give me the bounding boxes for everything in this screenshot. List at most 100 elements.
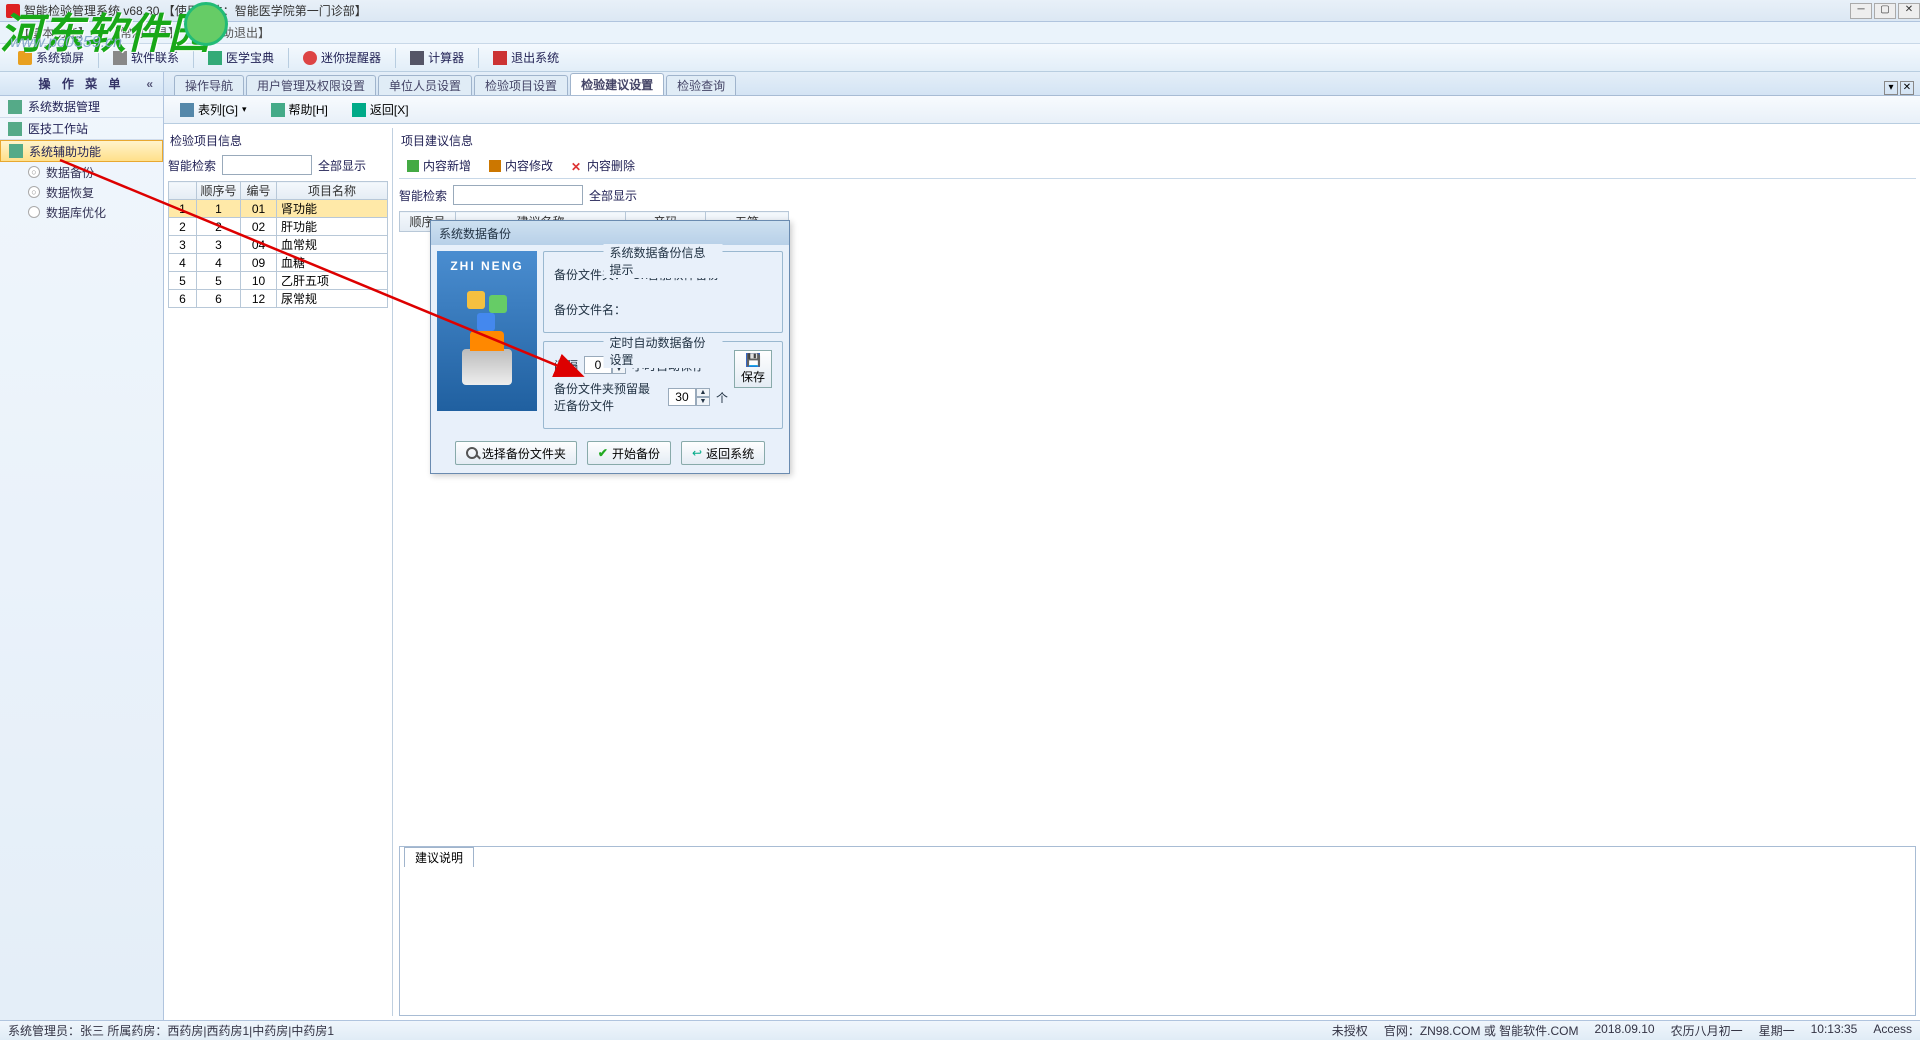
- book-icon: [208, 51, 222, 65]
- med-dict-button[interactable]: 医学宝典: [200, 47, 282, 68]
- dialog-image: ZHI NENG: [437, 251, 537, 411]
- return-button[interactable]: 返回[X]: [344, 99, 417, 120]
- table-row[interactable]: 5510乙肝五项: [169, 272, 388, 290]
- status-auth: 未授权: [1332, 1022, 1368, 1039]
- app-icon: [6, 4, 20, 18]
- status-db: Access: [1873, 1022, 1912, 1039]
- search-icon: [466, 447, 478, 459]
- dialog-title: 系统数据备份: [431, 221, 789, 245]
- tab-close-icon[interactable]: ✕: [1900, 81, 1914, 95]
- help-icon: [271, 103, 285, 117]
- desc-textarea[interactable]: [400, 867, 1915, 1015]
- delete-button[interactable]: ✕内容删除: [563, 155, 643, 176]
- radio-icon: ○: [28, 166, 40, 178]
- sidebar-sub-optimize[interactable]: 数据库优化: [0, 202, 163, 222]
- sidebar-sub-backup[interactable]: ○数据备份: [0, 162, 163, 182]
- add-button[interactable]: 内容新增: [399, 155, 479, 176]
- search-input[interactable]: [222, 155, 312, 175]
- left-pane: 检验项目信息 智能检索 全部显示 顺序号 编号 项目名称 1101肾功能 220…: [168, 128, 388, 1016]
- radio-icon: [28, 206, 40, 218]
- right-pane-title: 项目建议信息: [399, 128, 1916, 153]
- sidebar-item-workstation[interactable]: 医技工作站: [0, 118, 163, 140]
- tab-test-items[interactable]: 检验项目设置: [474, 75, 568, 95]
- contact-button[interactable]: 软件联系: [105, 47, 187, 68]
- maximize-button[interactable]: ▢: [1874, 3, 1896, 19]
- tab-user-mgmt[interactable]: 用户管理及权限设置: [246, 75, 376, 95]
- lock-icon: [18, 51, 32, 65]
- disk-icon: [462, 349, 512, 385]
- show-all-link[interactable]: 全部显示: [318, 157, 366, 174]
- status-left: 系统管理员：张三 所属药房：西药房|西药房1|中药房|中药房1: [8, 1022, 334, 1039]
- close-button[interactable]: ✕: [1898, 3, 1920, 19]
- edit-icon: [489, 160, 501, 172]
- search-label: 智能检索: [399, 187, 447, 204]
- lock-button[interactable]: 系统锁屏: [10, 47, 92, 68]
- status-time: 10:13:35: [1811, 1022, 1858, 1039]
- reminder-button[interactable]: 迷你提醒器: [295, 47, 389, 68]
- main-toolbar: 系统锁屏 软件联系 医学宝典 迷你提醒器 计算器 退出系统: [0, 44, 1920, 72]
- tab-test-advice[interactable]: 检验建议设置: [570, 73, 664, 95]
- delete-icon: ✕: [571, 160, 583, 172]
- choose-folder-button[interactable]: 选择备份文件夹: [455, 441, 577, 465]
- description-panel: 建议说明: [399, 846, 1916, 1016]
- tab-dropdown-icon[interactable]: ▾: [1884, 81, 1898, 95]
- calculator-button[interactable]: 计算器: [402, 47, 472, 68]
- sidebar-item-aux[interactable]: 系统辅助功能: [0, 140, 163, 162]
- clock-icon: [303, 51, 317, 65]
- keep-count-spinner[interactable]: ▲▼: [668, 388, 710, 406]
- window-title: 智能检验管理系统 v68.30 【使用单位：智能医学院第一门诊部】: [24, 2, 367, 19]
- status-lunar: 农历八月初一: [1671, 1022, 1743, 1039]
- exit-button[interactable]: 退出系统: [485, 47, 567, 68]
- desc-tab[interactable]: 建议说明: [404, 847, 474, 867]
- menu-help[interactable]: 【帮助退出】: [198, 24, 270, 41]
- search-label: 智能检索: [168, 157, 216, 174]
- info-fieldset: 系统数据备份信息提示 备份文件夹：C:\智能软件备份 备份文件名：: [543, 251, 783, 333]
- menu-bar: 【基本功能】 【常用工具】 【帮助退出】: [0, 22, 1920, 44]
- status-date: 2018.09.10: [1595, 1022, 1655, 1039]
- tab-test-query[interactable]: 检验查询: [666, 75, 736, 95]
- return-system-button[interactable]: ↩返回系统: [681, 441, 765, 465]
- return-icon: [352, 103, 366, 117]
- help-button[interactable]: 帮助[H]: [263, 99, 336, 120]
- timer-fieldset: 定时自动数据备份设置 间隔 ▲▼ 小时自动保存 备份文件夹预留最近备份文件 ▲▼: [543, 341, 783, 429]
- save-icon: 💾: [746, 353, 760, 367]
- sidebar: 操 作 菜 单« 系统数据管理 医技工作站 系统辅助功能 ○数据备份 ○数据恢复…: [0, 72, 164, 1020]
- items-table: 顺序号 编号 项目名称 1101肾功能 2202肝功能 3304血常规 4409…: [168, 181, 388, 308]
- tab-unit-staff[interactable]: 单位人员设置: [378, 75, 472, 95]
- sidebar-sub-restore[interactable]: ○数据恢复: [0, 182, 163, 202]
- backup-dialog: 系统数据备份 ZHI NENG 系统数据备份信息提示 备份文件夹：C:\智能软件…: [430, 220, 790, 474]
- search-input[interactable]: [453, 185, 583, 205]
- collapse-icon[interactable]: «: [146, 77, 157, 91]
- title-bar: 智能检验管理系统 v68.30 【使用单位：智能医学院第一门诊部】 ─ ▢ ✕: [0, 0, 1920, 22]
- grid-button[interactable]: 表列[G]▾: [172, 99, 255, 120]
- folder-icon: [8, 100, 22, 114]
- left-pane-title: 检验项目信息: [168, 128, 388, 153]
- radio-icon: ○: [28, 186, 40, 198]
- minimize-button[interactable]: ─: [1850, 3, 1872, 19]
- table-row[interactable]: 6612尿常规: [169, 290, 388, 308]
- table-row[interactable]: 3304血常规: [169, 236, 388, 254]
- chain-icon: [113, 51, 127, 65]
- sidebar-item-data-mgmt[interactable]: 系统数据管理: [0, 96, 163, 118]
- table-row[interactable]: 2202肝功能: [169, 218, 388, 236]
- tab-nav[interactable]: 操作导航: [174, 75, 244, 95]
- start-backup-button[interactable]: ✔开始备份: [587, 441, 671, 465]
- edit-button[interactable]: 内容修改: [481, 155, 561, 176]
- status-weekday: 星期一: [1759, 1022, 1795, 1039]
- calculator-icon: [410, 51, 424, 65]
- status-bar: 系统管理员：张三 所属药房：西药房|西药房1|中药房|中药房1 未授权 官网：Z…: [0, 1020, 1920, 1040]
- folder-icon: [9, 144, 23, 158]
- add-icon: [407, 160, 419, 172]
- table-row[interactable]: 1101肾功能: [169, 200, 388, 218]
- menu-basic[interactable]: 【基本功能】: [18, 24, 90, 41]
- check-icon: ✔: [598, 446, 608, 460]
- exit-icon: [493, 51, 507, 65]
- status-site: 官网：ZN98.COM 或 智能软件.COM: [1384, 1022, 1579, 1039]
- show-all-link[interactable]: 全部显示: [589, 187, 637, 204]
- menu-tools[interactable]: 【常用工具】: [108, 24, 180, 41]
- sub-toolbar: 表列[G]▾ 帮助[H] 返回[X]: [164, 96, 1920, 124]
- save-button[interactable]: 💾保存: [734, 350, 772, 388]
- grid-icon: [180, 103, 194, 117]
- tab-bar: 操作导航 用户管理及权限设置 单位人员设置 检验项目设置 检验建议设置 检验查询…: [164, 72, 1920, 96]
- table-row[interactable]: 4409血糖: [169, 254, 388, 272]
